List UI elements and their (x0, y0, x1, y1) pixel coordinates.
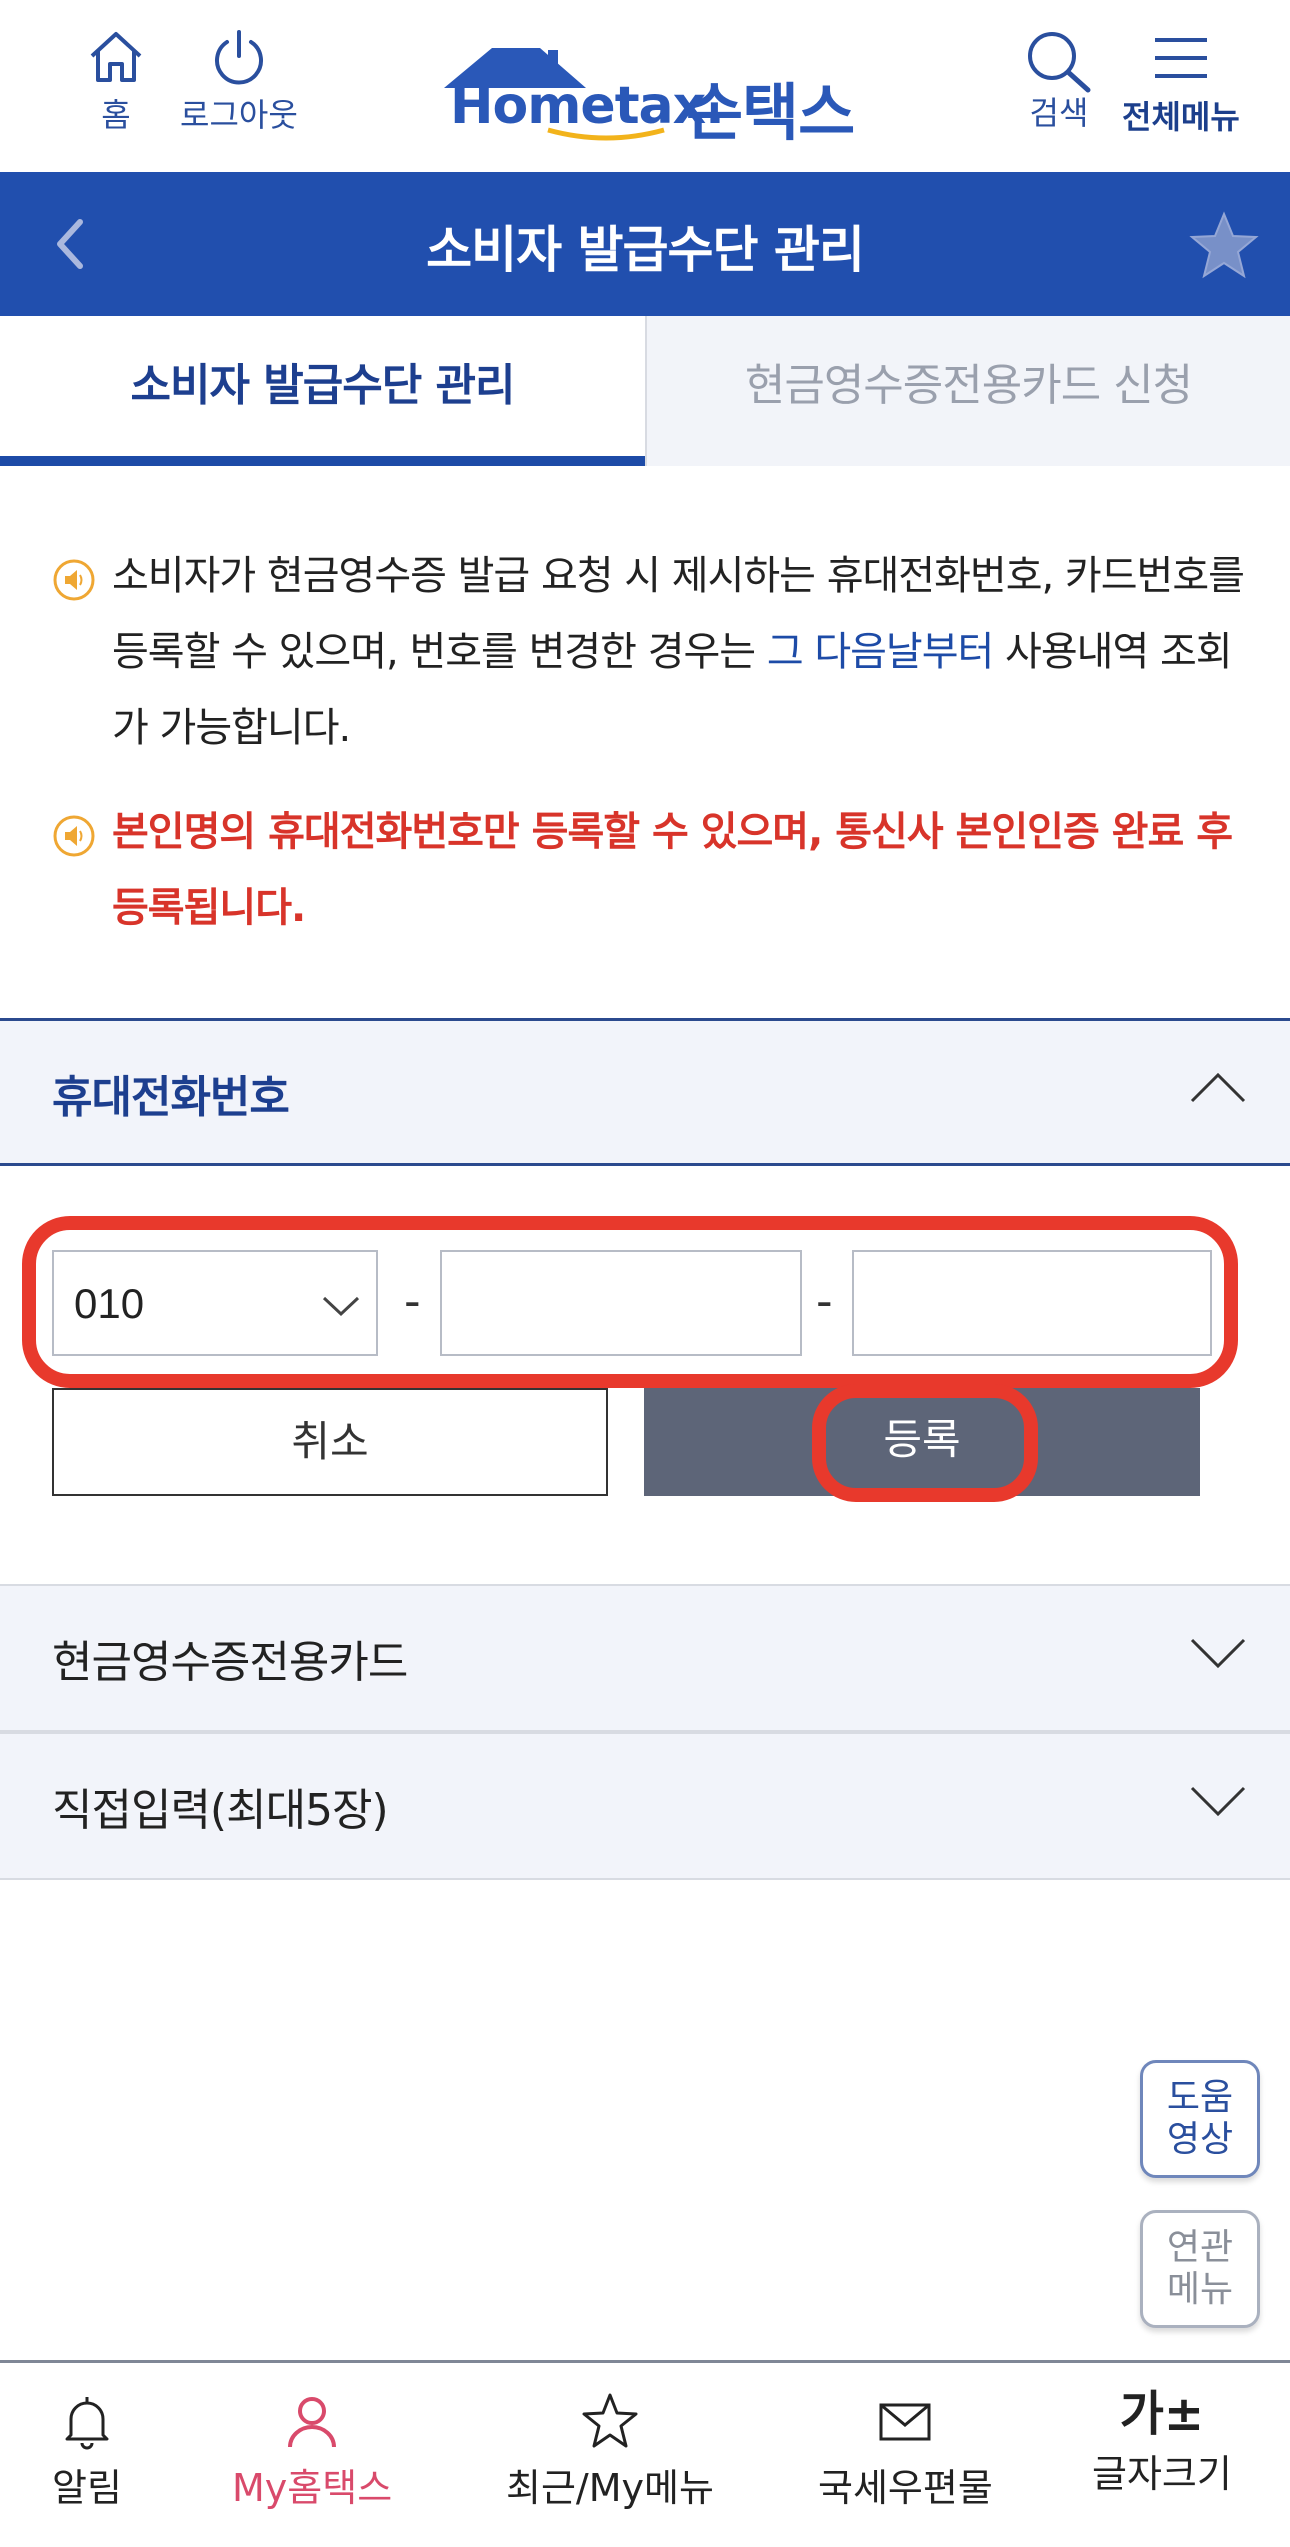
notice-warning: 본인명의 휴대전화번호만 등록할 수 있으며, 통신사 본인인증 완료 후 등록… (52, 794, 1252, 946)
nav-my-hometax[interactable]: My홈택스 (232, 2391, 392, 2512)
tab-consumer-issuance[interactable]: 소비자 발급수단 관리 (0, 316, 645, 466)
nav-recent-label: 최근/My메뉴 (506, 2466, 714, 2510)
notice-info: 소비자가 현금영수증 발급 요청 시 제시하는 휴대전화번호, 카드번호를 등록… (52, 538, 1252, 766)
font-size-icon: 가± (1119, 2386, 1205, 2442)
related-menu-button[interactable]: 연관 메뉴 (1140, 2210, 1260, 2328)
register-button[interactable]: 등록 (644, 1388, 1200, 1496)
search-icon (1028, 32, 1091, 93)
notice-warning-text: 본인명의 휴대전화번호만 등록할 수 있으며, 통신사 본인인증 완료 후 등록… (112, 809, 1233, 931)
help-video-line2: 영상 (1166, 2119, 1234, 2160)
nav-font-size[interactable]: 가± 글자크기 (1092, 2385, 1232, 2498)
section-mobile-phone-title: 휴대전화번호 (52, 1072, 290, 1123)
chevron-down-icon (1190, 1786, 1246, 1817)
star-outline-icon (582, 2393, 638, 2448)
nav-alarm[interactable]: 알림 (52, 2391, 122, 2512)
phone-input-row: 010 - - (52, 1250, 1212, 1356)
home-button[interactable]: 홈 (86, 28, 146, 136)
hometax-logo[interactable]: Hometax. 손택스 (440, 40, 860, 149)
section-cash-receipt-card[interactable]: 현금영수증전용카드 (0, 1584, 1290, 1732)
tab-cash-receipt-card[interactable]: 현금영수증전용카드 신청 (645, 316, 1290, 466)
power-icon (214, 30, 263, 85)
tab-bar: 소비자 발급수단 관리 현금영수증전용카드 신청 (0, 316, 1290, 466)
top-header: 홈 로그아웃 Hometax. 손택스 검색 전체메뉴 (0, 0, 1290, 172)
section-cash-receipt-card-title: 현금영수증전용카드 (52, 1637, 408, 1688)
search-label: 검색 (1029, 94, 1089, 132)
help-video-line1: 도움 (1166, 2077, 1234, 2118)
phone-prefix-value: 010 (74, 1280, 145, 1327)
person-icon (288, 2397, 337, 2448)
title-bar: 소비자 발급수단 관리 (0, 172, 1290, 316)
star-icon (1189, 211, 1259, 279)
speaker-icon (53, 815, 95, 857)
logo-text-ko: 손택스 (686, 76, 855, 149)
section-direct-input[interactable]: 직접입력(최대5장) (0, 1732, 1290, 1880)
chevron-up-icon (1190, 1072, 1246, 1103)
phone-dash: - (816, 1274, 833, 1328)
search-button[interactable]: 검색 (1024, 28, 1094, 134)
phone-prefix-select[interactable]: 010 (52, 1250, 378, 1356)
logout-button[interactable]: 로그아웃 (180, 28, 298, 136)
chevron-down-icon (1190, 1638, 1246, 1669)
full-menu-button[interactable]: 전체메뉴 (1122, 28, 1240, 138)
nav-recent-my-menu[interactable]: 최근/My메뉴 (506, 2391, 714, 2512)
nav-tax-mail[interactable]: 국세우편물 (818, 2391, 993, 2512)
cancel-button[interactable]: 취소 (52, 1388, 608, 1496)
nav-font-size-label: 글자크기 (1092, 2452, 1232, 2496)
bottom-nav: 알림 My홈택스 최근/My메뉴 국세우편물 가± 글자크기 (0, 2360, 1290, 2547)
notice-text-highlight: 그 다음날부터 (766, 629, 995, 675)
logo-swoosh-icon (547, 127, 665, 141)
phone-middle-input[interactable] (440, 1250, 802, 1356)
bell-icon (65, 2397, 109, 2450)
favorite-button[interactable] (1188, 210, 1260, 284)
section-direct-input-title: 직접입력(최대5장) (52, 1785, 389, 1836)
hamburger-icon (1154, 38, 1207, 78)
section-mobile-phone[interactable]: 휴대전화번호 (0, 1018, 1290, 1166)
full-menu-label: 전체메뉴 (1122, 98, 1240, 136)
nav-tax-mail-label: 국세우편물 (818, 2466, 993, 2510)
phone-dash: - (404, 1274, 421, 1328)
help-video-button[interactable]: 도움 영상 (1140, 2060, 1260, 2178)
related-menu-line1: 연관 (1166, 2227, 1234, 2268)
phone-last-input[interactable] (852, 1250, 1212, 1356)
speaker-icon (53, 559, 95, 601)
related-menu-line2: 메뉴 (1166, 2269, 1234, 2310)
logout-label: 로그아웃 (180, 96, 298, 134)
page-title: 소비자 발급수단 관리 (426, 221, 865, 279)
nav-alarm-label: 알림 (52, 2466, 122, 2510)
home-label: 홈 (101, 96, 131, 134)
nav-my-hometax-label: My홈택스 (232, 2466, 393, 2510)
envelope-icon (879, 2403, 931, 2441)
chevron-down-icon (322, 1296, 360, 1317)
home-icon (90, 32, 142, 82)
